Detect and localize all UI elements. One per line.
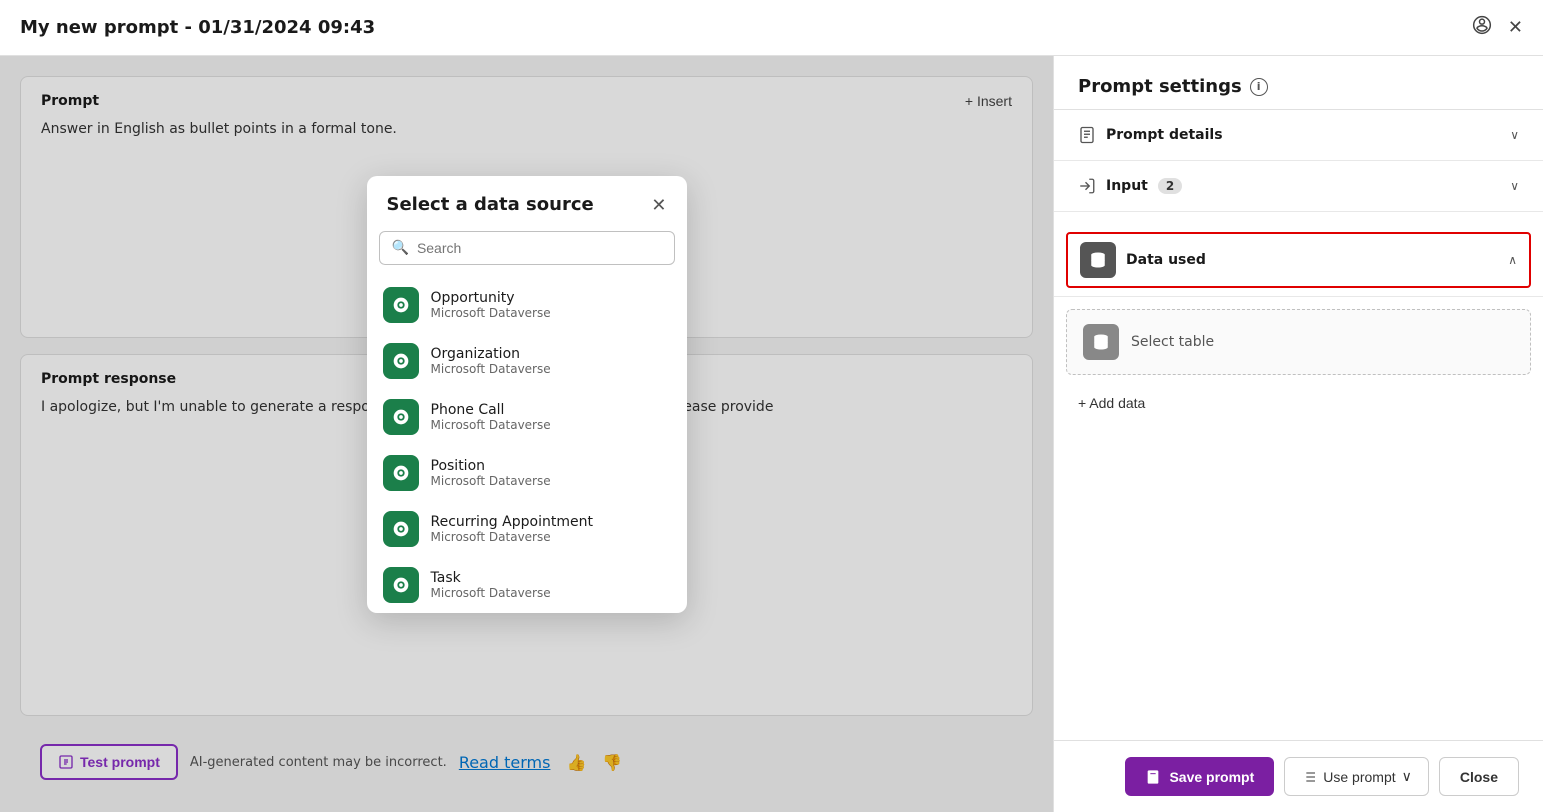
search-input[interactable] bbox=[417, 240, 662, 256]
ds-item-name: Position bbox=[431, 458, 551, 474]
ds-item-name: Task bbox=[431, 570, 551, 586]
ds-item-name: Phone Call bbox=[431, 402, 551, 418]
list-item[interactable]: Recurring Appointment Microsoft Datavers… bbox=[367, 501, 687, 557]
title-bar-actions: ✕ bbox=[1472, 15, 1523, 40]
ds-item-source: Microsoft Dataverse bbox=[431, 362, 551, 376]
input-label: Input bbox=[1106, 178, 1148, 194]
select-table-label: Select table bbox=[1131, 334, 1214, 350]
ds-item-name: Organization bbox=[431, 346, 551, 362]
dataverse-icon-opportunity bbox=[383, 287, 419, 323]
accordion-header-input[interactable]: Input 2 ∨ bbox=[1054, 161, 1543, 211]
accordion-prompt-details: Prompt details ∨ bbox=[1054, 110, 1543, 161]
footer-buttons: Save prompt Use prompt ∨ Close bbox=[1054, 740, 1543, 812]
save-prompt-button[interactable]: Save prompt bbox=[1125, 757, 1274, 796]
select-table-icon bbox=[1083, 324, 1119, 360]
list-item[interactable]: Position Microsoft Dataverse bbox=[367, 445, 687, 501]
data-source-modal: Select a data source ✕ 🔍 bbox=[367, 176, 687, 613]
list-item[interactable]: Task Microsoft Dataverse bbox=[367, 557, 687, 613]
dataverse-icon-phonecall bbox=[383, 399, 419, 435]
right-panel-header: Prompt settings i bbox=[1054, 56, 1543, 110]
chevron-down-icon-input: ∨ bbox=[1510, 179, 1519, 193]
modal-title: Select a data source bbox=[387, 194, 594, 215]
left-panel: Prompt + Insert Answer in English as bul… bbox=[0, 56, 1053, 812]
data-used-highlighted[interactable]: Data used ∧ bbox=[1066, 232, 1531, 288]
main-layout: Prompt + Insert Answer in English as bul… bbox=[0, 56, 1543, 812]
ds-item-name: Recurring Appointment bbox=[431, 514, 593, 530]
prompt-details-label: Prompt details bbox=[1106, 127, 1223, 143]
use-prompt-label: Use prompt bbox=[1323, 769, 1395, 785]
list-item[interactable]: Organization Microsoft Dataverse bbox=[367, 333, 687, 389]
database-icon bbox=[1080, 242, 1116, 278]
select-table-area[interactable]: Select table bbox=[1066, 309, 1531, 375]
close-icon[interactable]: ✕ bbox=[1508, 17, 1523, 38]
dataverse-icon-position bbox=[383, 455, 419, 491]
search-icon: 🔍 bbox=[392, 240, 409, 256]
search-field[interactable]: 🔍 bbox=[379, 231, 675, 265]
list-item[interactable]: Opportunity Microsoft Dataverse bbox=[367, 277, 687, 333]
info-icon[interactable]: i bbox=[1250, 78, 1268, 96]
close-button[interactable]: Close bbox=[1439, 757, 1519, 796]
chevron-up-icon: ∧ bbox=[1508, 253, 1517, 267]
close-label: Close bbox=[1460, 769, 1498, 785]
document-icon bbox=[1078, 126, 1096, 144]
add-data-button[interactable]: + Add data bbox=[1054, 387, 1543, 419]
data-source-list: Opportunity Microsoft Dataverse Organiza… bbox=[367, 277, 687, 613]
list-item[interactable]: Phone Call Microsoft Dataverse bbox=[367, 389, 687, 445]
data-used-label: Data used bbox=[1126, 252, 1206, 268]
modal-close-button[interactable]: ✕ bbox=[651, 196, 666, 214]
save-prompt-label: Save prompt bbox=[1169, 769, 1254, 785]
ds-item-source: Microsoft Dataverse bbox=[431, 586, 551, 600]
chevron-down-icon: ∨ bbox=[1510, 128, 1519, 142]
accordion-input: Input 2 ∨ bbox=[1054, 161, 1543, 212]
window-title: My new prompt - 01/31/2024 09:43 bbox=[20, 17, 375, 38]
ds-item-source: Microsoft Dataverse bbox=[431, 530, 593, 544]
input-badge: 2 bbox=[1158, 178, 1182, 194]
dataverse-icon-recurring bbox=[383, 511, 419, 547]
right-panel: Prompt settings i Prompt details ∨ bbox=[1053, 56, 1543, 812]
use-prompt-chevron: ∨ bbox=[1402, 768, 1412, 785]
prompt-settings-title: Prompt settings i bbox=[1078, 76, 1519, 97]
add-data-label: + Add data bbox=[1078, 395, 1145, 411]
ds-item-name: Opportunity bbox=[431, 290, 551, 306]
dataverse-icon-organization bbox=[383, 343, 419, 379]
ds-item-source: Microsoft Dataverse bbox=[431, 306, 551, 320]
send-icon[interactable] bbox=[1472, 15, 1492, 40]
modal-header: Select a data source ✕ bbox=[367, 176, 687, 227]
use-prompt-button[interactable]: Use prompt ∨ bbox=[1284, 757, 1429, 796]
accordion-header-prompt-details[interactable]: Prompt details ∨ bbox=[1054, 110, 1543, 160]
ds-item-source: Microsoft Dataverse bbox=[431, 474, 551, 488]
modal-overlay: Select a data source ✕ 🔍 bbox=[0, 56, 1053, 812]
input-icon bbox=[1078, 177, 1096, 195]
ds-item-source: Microsoft Dataverse bbox=[431, 418, 551, 432]
dataverse-icon-task bbox=[383, 567, 419, 603]
title-bar: My new prompt - 01/31/2024 09:43 ✕ bbox=[0, 0, 1543, 56]
accordion-data-used: Data used ∧ bbox=[1054, 212, 1543, 297]
